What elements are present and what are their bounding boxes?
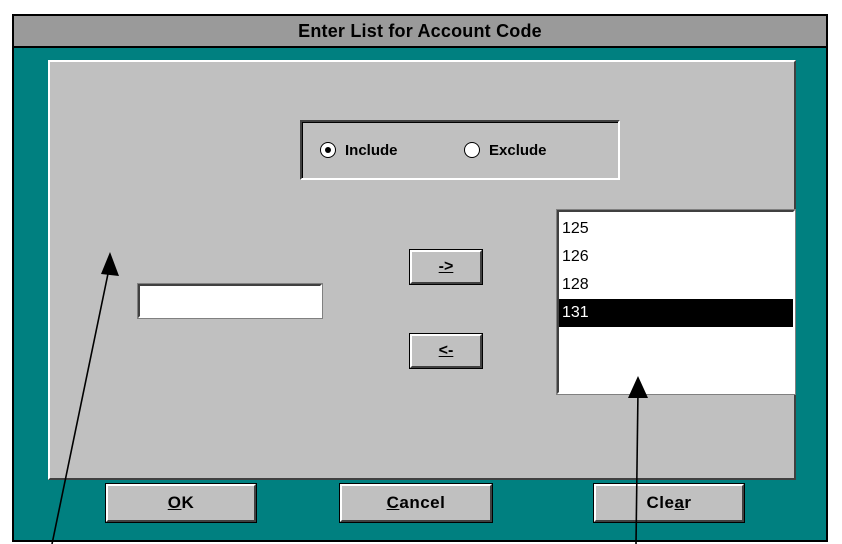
cancel-mnemonic: C (386, 493, 400, 512)
ok-mnemonic: O (167, 493, 182, 512)
remove-button-label: <- (438, 342, 454, 359)
clear-button[interactable]: Clear (593, 483, 745, 523)
remove-from-list-button[interactable]: <- (409, 333, 483, 369)
dialog-title: Enter List for Account Code (14, 16, 826, 48)
radio-checked-icon[interactable] (320, 142, 336, 158)
clear-label-prefix: Cle (646, 493, 675, 512)
dialog-window: Enter List for Account Code Include Excl… (12, 14, 828, 542)
account-code-list[interactable]: 125 126 128 131 (556, 209, 796, 395)
clear-label-rest: r (684, 493, 692, 512)
account-code-input[interactable] (137, 283, 323, 319)
add-button-label: -> (438, 258, 454, 275)
list-item[interactable]: 125 (559, 215, 793, 243)
list-item[interactable]: 126 (559, 243, 793, 271)
include-radio[interactable]: Include (320, 140, 398, 160)
dialog-panel: Include Exclude -> <- 125 126 128 131 (48, 60, 796, 480)
exclude-label: Exclude (489, 141, 547, 159)
radio-unchecked-icon[interactable] (464, 142, 480, 158)
cancel-label-rest: ancel (399, 493, 446, 512)
ok-label-rest: K (181, 493, 195, 512)
list-item[interactable]: 128 (559, 271, 793, 299)
ok-button[interactable]: OK (105, 483, 257, 523)
cancel-button[interactable]: Cancel (339, 483, 493, 523)
list-item-selected[interactable]: 131 (559, 299, 793, 327)
exclude-radio[interactable]: Exclude (464, 140, 547, 160)
add-to-list-button[interactable]: -> (409, 249, 483, 285)
include-label: Include (345, 141, 398, 159)
clear-mnemonic: a (674, 493, 685, 512)
include-exclude-group: Include Exclude (300, 120, 620, 180)
